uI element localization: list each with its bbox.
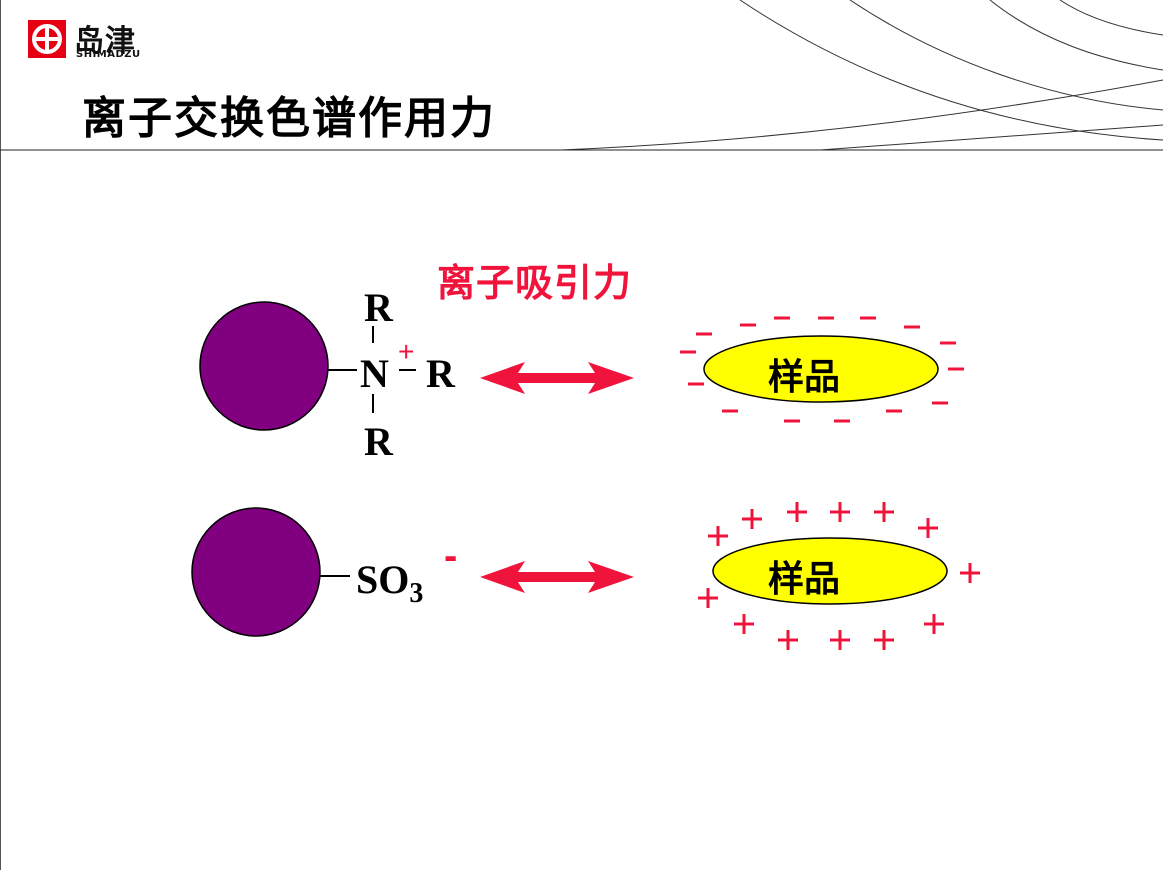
header-curves	[559, 0, 1163, 151]
plus-sign-icon	[918, 518, 938, 538]
plus-sign-icon	[874, 630, 894, 650]
plus-sign-icon	[830, 630, 850, 650]
subtitle: 离子吸引力	[437, 261, 633, 305]
double-arrow-icon	[480, 362, 634, 394]
logo-text-en: SHIMADZU	[76, 49, 141, 60]
resin-bead-cation	[191, 507, 321, 637]
logo-mark-icon	[28, 20, 66, 58]
nitrogen: N	[360, 351, 389, 396]
plus-sign-icon	[787, 502, 807, 522]
sulfonate-subscript: 3	[409, 578, 424, 609]
plus-sign-icon	[830, 502, 850, 522]
plus-sign-icon	[778, 630, 798, 650]
attraction-arrows	[480, 362, 634, 593]
plus-sign-icon	[924, 614, 944, 634]
plus-sign-icon	[698, 588, 718, 608]
r-group-right: R	[426, 351, 455, 396]
plus-sign-icon	[734, 614, 754, 634]
r-group-bottom: R	[364, 419, 393, 464]
plus-sign-icon	[874, 502, 894, 522]
plus-sign-icon	[708, 526, 728, 546]
sample-label-negative: 样品	[768, 357, 841, 398]
nitrogen-charge: +	[398, 336, 415, 367]
double-arrow-icon	[480, 561, 634, 593]
plus-sign-icon	[960, 563, 980, 583]
resin-bead-anion	[199, 301, 329, 431]
sample-label-positive: 样品	[768, 559, 841, 600]
sulfonate-group: SO3	[356, 556, 423, 610]
r-group-top: R	[364, 285, 393, 330]
page-title: 离子交换色谱作用力	[82, 93, 496, 144]
plus-sign-icon	[742, 509, 762, 529]
sulfonate-charge: -	[444, 534, 458, 578]
sulfonate-formula: SO	[356, 557, 410, 602]
